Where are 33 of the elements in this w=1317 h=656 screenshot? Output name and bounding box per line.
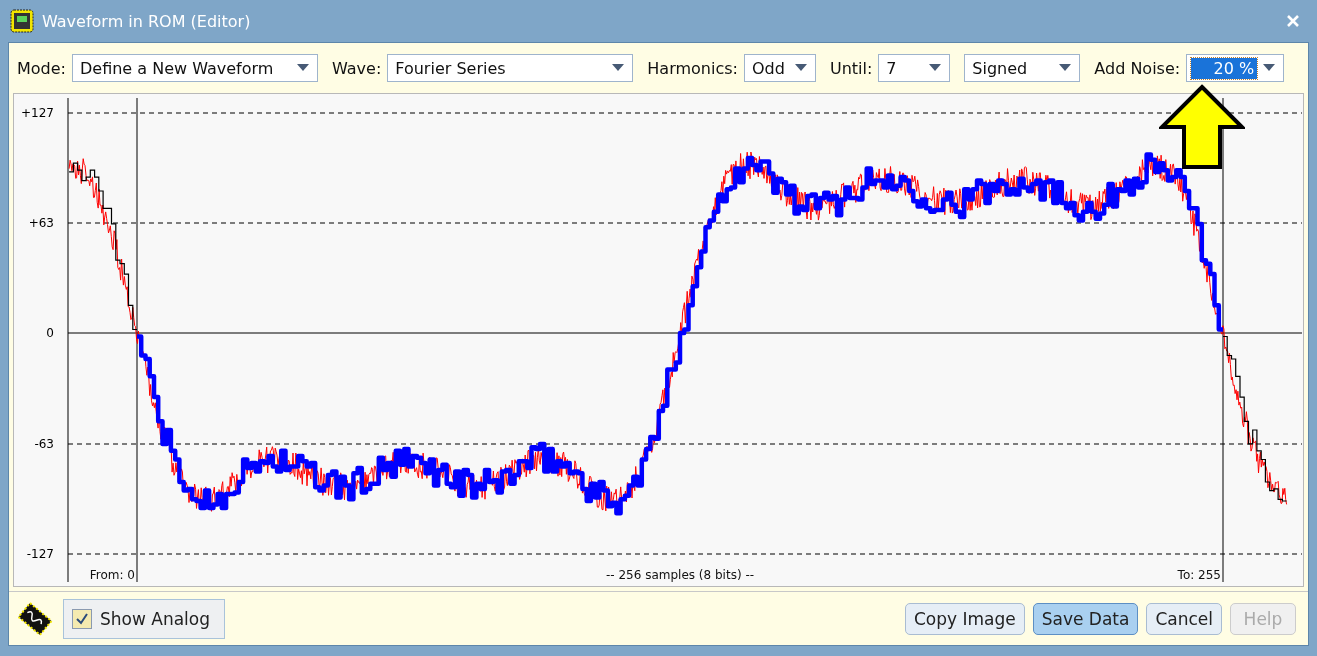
dropdown-arrow-icon (794, 64, 807, 72)
field-label: Wave: (332, 58, 382, 78)
y-axis-label: 0 (46, 326, 54, 340)
field-label: Add Noise: (1094, 58, 1181, 78)
y-axis-label: +127 (21, 106, 54, 120)
window-title: Waveform in ROM (Editor) (42, 11, 252, 31)
close-icon[interactable] (1285, 13, 1301, 29)
dropdown-arrow-icon (1059, 64, 1072, 72)
dropdown-arrow-icon (612, 64, 625, 72)
dropdown[interactable]: Define a New Waveform (72, 54, 318, 82)
field-label: Harmonics: (647, 58, 738, 78)
y-axis-label: -63 (34, 437, 54, 451)
dropdown-arrow-icon (1263, 64, 1276, 72)
dropdown[interactable]: 7 (878, 54, 951, 82)
y-axis-label: +63 (28, 216, 54, 230)
field-label: Until: (829, 58, 873, 78)
to-label: To: 255 (1177, 568, 1221, 582)
show-analog-checkbox[interactable]: Show Analog (63, 598, 225, 639)
y-axis-label: -127 (26, 547, 54, 561)
dropdown[interactable]: 20 % (1186, 54, 1285, 82)
field-label: Mode: (17, 58, 66, 78)
dialog-button[interactable]: Cancel (1146, 602, 1222, 635)
checkmark-icon (75, 611, 89, 626)
dropdown[interactable]: Signed (964, 54, 1081, 82)
from-label: From: 0 (89, 568, 135, 582)
chip-icon (10, 9, 34, 33)
dropdown-arrow-icon (297, 64, 309, 72)
samples-caption: -- 256 samples (8 bits) -- (605, 568, 755, 582)
dialog-button[interactable]: Save Data (1032, 602, 1139, 635)
dropdown[interactable]: Fourier Series (387, 54, 634, 82)
dropdown-arrow-icon (929, 64, 942, 72)
dialog-button[interactable]: Copy Image (904, 602, 1025, 635)
dropdown[interactable]: Odd (743, 54, 816, 82)
